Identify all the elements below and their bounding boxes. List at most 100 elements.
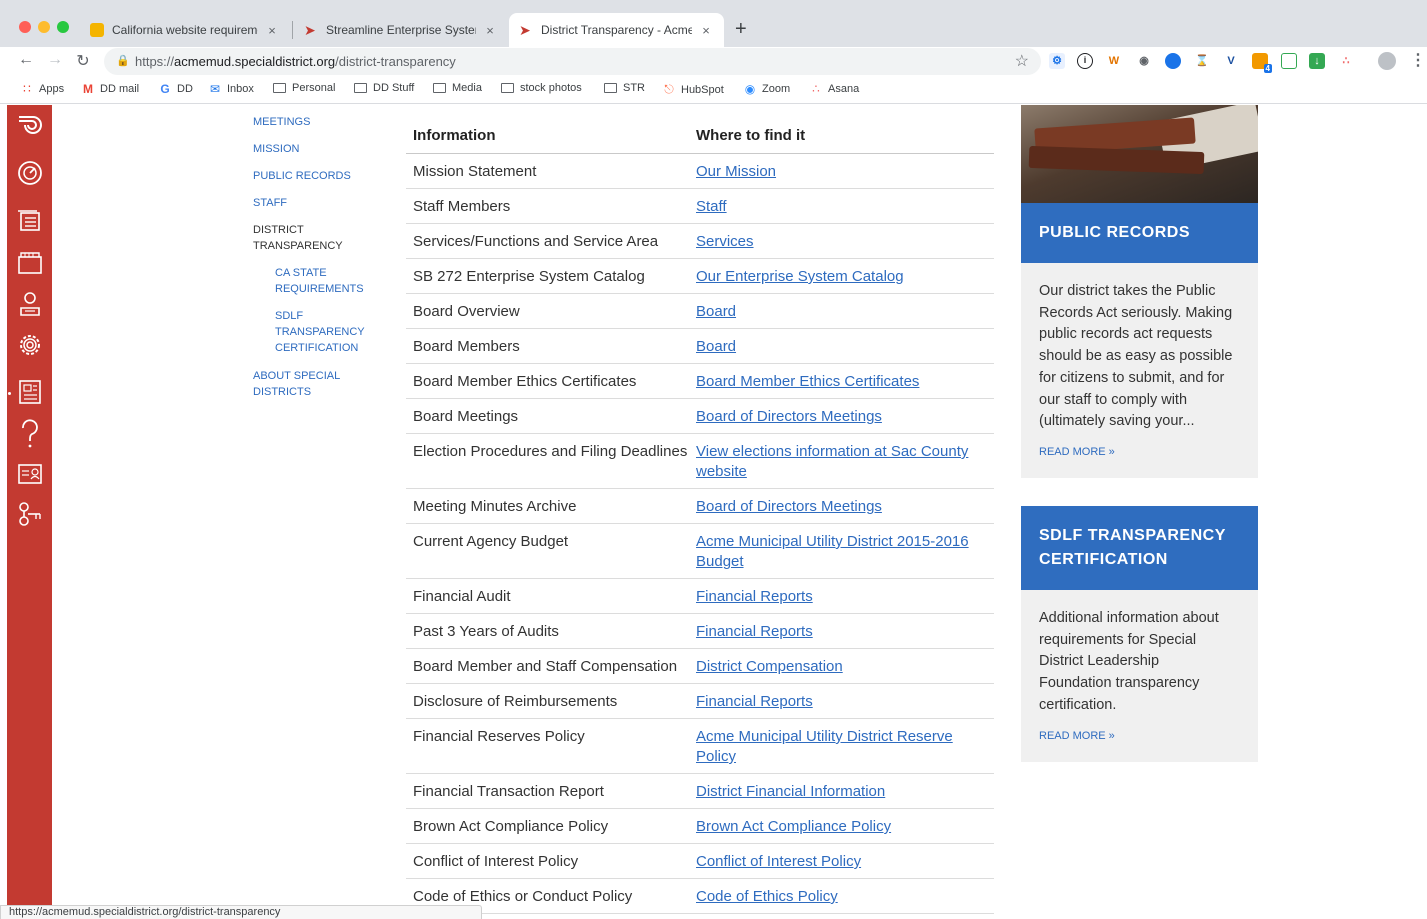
row-link[interactable]: District Compensation (696, 657, 986, 677)
extension-v-icon[interactable]: V (1223, 53, 1239, 69)
public-records-panel-title: PUBLIC RECORDS (1021, 203, 1258, 263)
extension-1password-icon[interactable]: i (1077, 53, 1093, 69)
row-link[interactable]: Financial Reports (696, 622, 986, 642)
extension-camera-icon[interactable]: ◉ (1136, 53, 1152, 69)
subnav-sdlf-transparency-certification[interactable]: SDLF TRANSPARENCY CERTIFICATION (275, 308, 375, 356)
tab-close-icon[interactable]: × (482, 23, 498, 38)
extension-asana-icon[interactable]: ∴ (1338, 53, 1354, 69)
streamline-favicon-icon: ➤ (519, 22, 531, 38)
public-records-read-more-link[interactable]: READ MORE » (1039, 446, 1240, 458)
bookmarks-bar: ∷ Apps M DD mail G DD ✉ Inbox Personal DD St… (0, 77, 1427, 104)
row-link[interactable]: Our Enterprise System Catalog (696, 267, 986, 287)
row-info: Past 3 Years of Audits (413, 623, 559, 640)
extension-blue-circle-icon[interactable] (1165, 53, 1181, 69)
sdlf-read-more-link[interactable]: READ MORE » (1039, 730, 1240, 742)
row-link[interactable]: Board of Directors Meetings (696, 497, 986, 517)
row-link[interactable]: View elections information at Sac County… (696, 442, 986, 482)
slides-favicon-icon (90, 23, 104, 37)
bookmark-label: HubSpot (681, 83, 724, 96)
row-link[interactable]: Conflict of Interest Policy (696, 852, 986, 872)
bookmark-personal[interactable]: Personal (273, 82, 335, 94)
tab-california-requirements[interactable]: California website requirements × (80, 13, 290, 47)
subnav-ca-state-requirements[interactable]: CA STATE REQUIREMENTS (275, 265, 375, 297)
window-close-button[interactable] (19, 21, 31, 33)
asana-icon: ∴ (812, 82, 820, 96)
tab-close-icon[interactable]: × (264, 23, 280, 38)
subnav-mission[interactable]: MISSION (253, 141, 299, 157)
bookmark-apps[interactable]: ∷ Apps (20, 82, 64, 96)
news-document-icon[interactable] (7, 379, 52, 411)
extension-green-box-icon[interactable] (1281, 53, 1297, 69)
extension-bug-icon[interactable]: ⚙ (1049, 53, 1065, 69)
subnav-meetings[interactable]: MEETINGS (253, 114, 310, 130)
bookmark-str[interactable]: STR (604, 82, 645, 94)
profile-avatar-icon[interactable] (1378, 52, 1396, 70)
subnav-staff[interactable]: STAFF (253, 195, 287, 211)
extension-w-icon[interactable]: W (1106, 53, 1122, 69)
bookmark-asana[interactable]: ∴ Asana (809, 82, 859, 96)
row-info: Board Meetings (413, 408, 519, 425)
table-row: Meeting Minutes Archive Board of Director… (406, 489, 994, 524)
table-row: Past 3 Years of Audits Financial Reports (406, 614, 994, 649)
zoom-icon: ◉ (744, 82, 756, 96)
bookmark-dd[interactable]: G DD (158, 82, 193, 96)
user-profile-icon[interactable] (7, 291, 52, 323)
extension-hourglass-icon[interactable]: ⌛ (1194, 53, 1210, 69)
extension-download-icon[interactable]: ↓ (1309, 53, 1325, 69)
tab-streamline-catalog[interactable]: ➤ Streamline Enterprise System Ca × (294, 13, 508, 47)
bookmark-label: DD (177, 83, 193, 95)
row-link[interactable]: Our Mission (696, 162, 986, 182)
bookmark-media[interactable]: Media (433, 82, 482, 94)
back-arrow-icon[interactable]: ← (16, 51, 36, 69)
address-bar[interactable]: 🔒 https://acmemud.specialdistrict.org/di… (104, 48, 1041, 75)
row-link[interactable]: Brown Act Compliance Policy (696, 817, 986, 837)
bookmark-star-icon[interactable]: ☆ (1015, 51, 1029, 71)
row-info: Financial Transaction Report (413, 783, 604, 800)
bookmark-inbox[interactable]: ✉ Inbox (208, 82, 254, 96)
row-link[interactable]: Staff (696, 197, 986, 217)
browser-menu-icon[interactable]: ⋮ (1410, 50, 1426, 70)
window-minimize-button[interactable] (38, 21, 50, 33)
subnav-public-records[interactable]: PUBLIC RECORDS (253, 168, 351, 184)
bookmark-dd-mail[interactable]: M DD mail (81, 82, 139, 96)
tab-close-icon[interactable]: × (698, 23, 714, 38)
row-link[interactable]: Board Member Ethics Certificates (696, 372, 986, 392)
subnav-district-transparency[interactable]: DISTRICT TRANSPARENCY (253, 222, 353, 254)
extension-badge-icon[interactable]: 4 (1252, 53, 1272, 73)
bookmark-hubspot[interactable]: ⎋ HubSpot (662, 82, 724, 97)
site-logo-icon[interactable] (7, 113, 52, 143)
row-link[interactable]: Services (696, 232, 986, 252)
bookmark-stock-photos[interactable]: stock photos (501, 82, 582, 94)
address-url[interactable]: https://acmemud.specialdistrict.org/dist… (135, 54, 456, 69)
help-question-icon[interactable] (7, 419, 52, 455)
forward-arrow-icon[interactable]: → (45, 51, 65, 69)
bookmark-zoom[interactable]: ◉ Zoom (743, 82, 790, 96)
contact-card-icon[interactable] (7, 462, 52, 492)
row-link[interactable]: Code of Ethics Policy (696, 887, 986, 907)
row-link[interactable]: Board (696, 302, 986, 322)
lock-icon: 🔒 (116, 55, 130, 67)
row-link[interactable]: Financial Reports (696, 587, 986, 607)
settings-gear-icon[interactable] (7, 331, 52, 365)
integrations-plug-icon[interactable] (7, 501, 52, 533)
tab-title: California website requirements (112, 23, 258, 37)
table-row: Board Meetings Board of Directors Meeting… (406, 399, 994, 434)
dashboard-gauge-icon[interactable] (7, 160, 52, 192)
bookmark-dd-stuff[interactable]: DD Stuff (354, 82, 414, 94)
pages-list-icon[interactable] (7, 209, 52, 239)
row-link[interactable]: District Financial Information (696, 782, 986, 802)
row-link[interactable]: Acme Municipal Utility District 2015-201… (696, 532, 986, 572)
header-information: Information (413, 127, 496, 144)
new-tab-button[interactable]: + (735, 18, 747, 41)
row-link[interactable]: Board (696, 337, 986, 357)
window-zoom-button[interactable] (57, 21, 69, 33)
tab-district-transparency[interactable]: ➤ District Transparency - Acme Mu × (509, 13, 724, 47)
row-link[interactable]: Board of Directors Meetings (696, 407, 986, 427)
row-link[interactable]: Financial Reports (696, 692, 986, 712)
reload-icon[interactable]: ↻ (73, 51, 93, 71)
folder-files-icon[interactable] (7, 251, 52, 281)
table-header-row: Information Where to find it (406, 117, 994, 154)
row-link[interactable]: Acme Municipal Utility District Reserve … (696, 727, 986, 767)
table-row: SB 272 Enterprise System Catalog Our Ente… (406, 259, 994, 294)
subnav-about-special-districts[interactable]: ABOUT SPECIAL DISTRICTS (253, 368, 353, 400)
